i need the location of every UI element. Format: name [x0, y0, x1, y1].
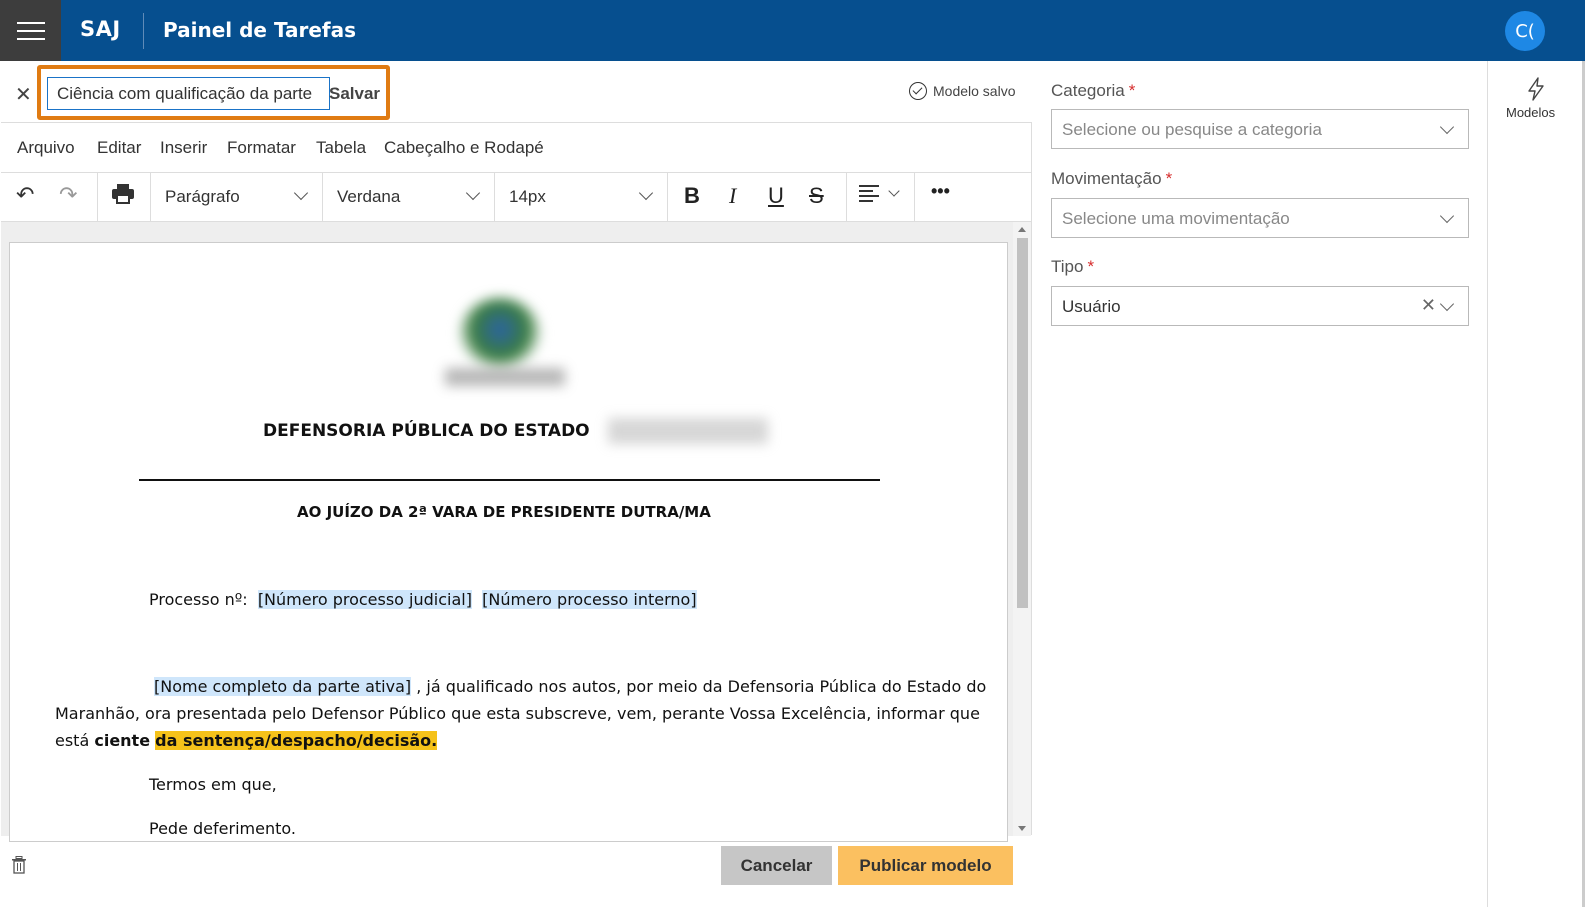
categoria-placeholder: Selecione ou pesquise a categoria: [1062, 120, 1322, 139]
editor-scrollbar[interactable]: [1013, 222, 1031, 836]
chevron-down-icon: [1439, 296, 1455, 312]
toolbar-divider: [97, 173, 98, 222]
save-title-button[interactable]: Salvar: [329, 84, 380, 104]
menu-tabela[interactable]: Tabela: [316, 138, 366, 158]
blurred-state-name: [608, 418, 768, 444]
editor-menubar: Arquivo Editar Inserir Formatar Tabela C…: [1, 123, 1031, 173]
chevron-down-icon: [1439, 119, 1455, 135]
categoria-select[interactable]: Selecione ou pesquise a categoria: [1051, 109, 1469, 149]
editor-canvas: DEFENSORIA PÚBLICA DO ESTADO AO JUÍZO DA…: [1, 222, 1013, 842]
body-text: , já qualificado nos autos, por meio da …: [411, 677, 987, 696]
chevron-down-icon: [293, 185, 309, 201]
toolbar-divider: [914, 173, 915, 222]
model-title-input[interactable]: [47, 77, 330, 110]
movimentacao-placeholder: Selecione uma movimentação: [1062, 209, 1290, 228]
hamburger-menu-button[interactable]: [0, 0, 61, 61]
more-options-button[interactable]: •••: [931, 181, 950, 202]
process-internal-placeholder[interactable]: [Número processo interno]: [482, 590, 697, 609]
italic-button[interactable]: I: [729, 183, 736, 209]
page-title: Painel de Tarefas: [163, 18, 357, 42]
tipo-select[interactable]: Usuário ✕: [1051, 286, 1469, 326]
required-mark: *: [1128, 81, 1136, 100]
closing-line2: Pede deferimento.: [149, 819, 296, 838]
institution-logo: [460, 298, 540, 368]
tipo-label: Tipo *: [1051, 257, 1094, 277]
body-paragraph-line2: Maranhão, ora presentada pelo Defensor P…: [55, 704, 980, 723]
underline-button[interactable]: U: [768, 183, 784, 209]
process-judicial-placeholder[interactable]: [Número processo judicial]: [257, 590, 472, 609]
menu-editar[interactable]: Editar: [97, 138, 141, 158]
brand-divider: [143, 13, 144, 49]
clear-icon[interactable]: ✕: [1421, 295, 1436, 316]
tipo-value: Usuário: [1062, 297, 1121, 316]
modelos-rail-label[interactable]: Modelos: [1506, 105, 1555, 120]
toolbar-divider: [846, 173, 847, 222]
side-rail: Modelos: [1487, 61, 1585, 907]
decision-highlight[interactable]: da sentença/despacho/decisão.: [155, 731, 438, 750]
toolbar-divider: [150, 173, 151, 222]
bold-button[interactable]: B: [684, 183, 700, 209]
font-size-select[interactable]: 14px: [509, 187, 546, 207]
blurred-logo-caption: [445, 368, 565, 386]
undo-icon[interactable]: ↶: [16, 183, 34, 208]
movimentacao-label: Movimentação *: [1051, 169, 1172, 189]
close-icon[interactable]: ✕: [15, 82, 32, 106]
chevron-down-icon: [888, 185, 900, 197]
process-label: Processo nº:: [149, 590, 248, 609]
party-name-placeholder[interactable]: [Nome completo da parte ativa]: [154, 677, 412, 696]
block-format-select[interactable]: Parágrafo: [165, 187, 240, 207]
menu-arquivo[interactable]: Arquivo: [17, 138, 75, 158]
check-circle-icon: [909, 82, 927, 100]
scroll-up-icon[interactable]: [1018, 227, 1026, 232]
movimentacao-label-text: Movimentação: [1051, 169, 1162, 188]
lightning-icon[interactable]: [1526, 77, 1546, 107]
redo-icon[interactable]: ↷: [59, 183, 77, 208]
cancel-button[interactable]: Cancelar: [721, 846, 832, 885]
movimentacao-select[interactable]: Selecione uma movimentação: [1051, 198, 1469, 238]
toolbar-divider: [667, 173, 668, 222]
menu-formatar[interactable]: Formatar: [227, 138, 296, 158]
scrollbar-thumb[interactable]: [1017, 238, 1028, 608]
court-address: AO JUÍZO DA 2ª VARA DE PRESIDENTE DUTRA/…: [297, 503, 711, 521]
process-line: Processo nº: [Número processo judicial] …: [149, 590, 697, 609]
align-left-icon[interactable]: [859, 183, 881, 209]
document-heading: DEFENSORIA PÚBLICA DO ESTADO: [263, 421, 590, 441]
body-paragraph-line3: está ciente da sentença/despacho/decisão…: [55, 731, 438, 750]
print-icon[interactable]: [111, 183, 135, 211]
heading-rule: [139, 479, 880, 481]
trash-icon[interactable]: [11, 856, 27, 879]
chevron-down-icon: [465, 185, 481, 201]
toolbar-divider: [322, 173, 323, 222]
brand-logo[interactable]: SAJ: [80, 17, 121, 41]
toolbar-divider: [494, 173, 495, 222]
saved-status-text: Modelo salvo: [933, 83, 1016, 99]
title-edit-group: Salvar: [37, 65, 390, 120]
publish-model-button[interactable]: Publicar modelo: [838, 846, 1013, 885]
menu-cabecalho-rodape[interactable]: Cabeçalho e Rodapé: [384, 138, 544, 158]
chevron-down-icon: [638, 185, 654, 201]
hamburger-icon: [16, 21, 45, 40]
rich-text-editor: Arquivo Editar Inserir Formatar Tabela C…: [1, 122, 1032, 842]
required-mark: *: [1165, 169, 1173, 188]
menu-inserir[interactable]: Inserir: [160, 138, 207, 158]
editor-toolbar: ↶ ↷ Parágrafo Verdana 14px B I U S •••: [1, 173, 1031, 222]
tipo-label-text: Tipo: [1051, 257, 1084, 276]
top-bar: SAJ Painel de Tarefas C(: [0, 0, 1585, 61]
categoria-label: Categoria *: [1051, 81, 1135, 101]
required-mark: *: [1087, 257, 1095, 276]
closing-line1: Termos em que,: [149, 775, 277, 794]
strikethrough-button[interactable]: S: [809, 183, 824, 209]
body-text: está: [55, 731, 95, 750]
body-bold-text: ciente: [94, 731, 151, 750]
font-family-select[interactable]: Verdana: [337, 187, 400, 207]
document-page[interactable]: DEFENSORIA PÚBLICA DO ESTADO AO JUÍZO DA…: [9, 242, 1008, 842]
user-avatar[interactable]: C(: [1505, 11, 1545, 51]
scroll-down-icon[interactable]: [1018, 826, 1026, 831]
categoria-label-text: Categoria: [1051, 81, 1125, 100]
saved-status: Modelo salvo: [909, 82, 1016, 100]
body-paragraph-line1: [Nome completo da parte ativa] , já qual…: [154, 677, 986, 696]
chevron-down-icon: [1439, 208, 1455, 224]
